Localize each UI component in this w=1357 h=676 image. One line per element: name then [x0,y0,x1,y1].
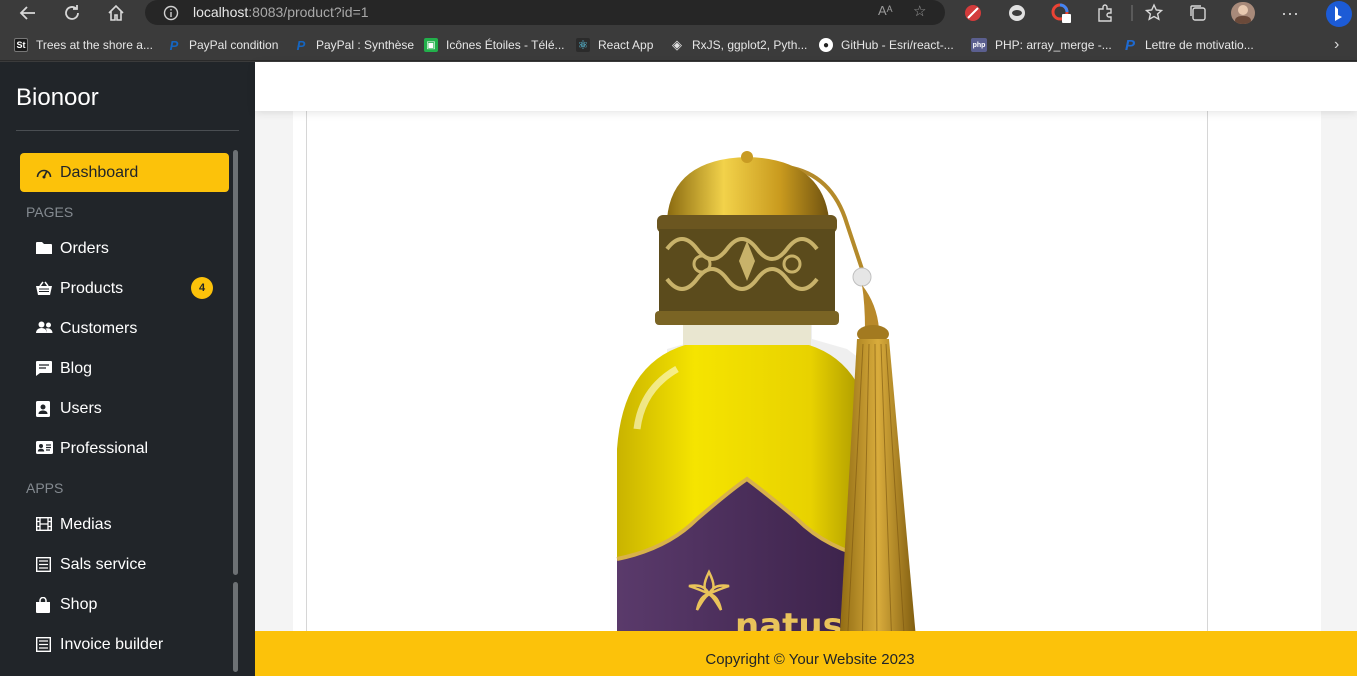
bookmark-item[interactable]: php PHP: array_merge -... [971,36,1112,54]
url-text[interactable]: localhost:8083/product?id=1 [193,4,369,20]
favorites-icon[interactable] [1142,2,1166,24]
oil-bottle-image: natus [616,151,916,631]
github-icon: ● [819,38,833,52]
react-icon: ⚛ [576,38,590,52]
content-area: natus [293,111,1321,631]
folder-icon [36,241,52,256]
sidebar-scrollbar-track[interactable] [233,582,238,672]
sidebar-item-invoice-builder[interactable]: Invoice builder [20,625,229,664]
p-icon: P [1124,36,1135,54]
list-icon [35,556,52,573]
extension-eye-icon[interactable] [1005,2,1029,24]
sidebar-item-products[interactable]: Products 4 [20,269,229,308]
sidebar-item-label: Medias [60,516,112,533]
top-navbar [255,62,1357,111]
profile-avatar[interactable] [1231,2,1255,24]
section-heading-pages: PAGES [26,204,74,220]
st-icon: St [14,38,28,52]
sidebar-item-shop[interactable]: Shop [20,585,229,624]
sidebar-item-label: Customers [60,320,138,337]
settings-more-icon[interactable]: ··· [1278,2,1302,24]
chevron-right-icon[interactable]: › [1334,36,1339,54]
add-favorite-icon[interactable]: ☆ [913,2,926,20]
sidebar-item-dashboard[interactable]: Dashboard [20,153,229,192]
sidebar-item-customers[interactable]: Customers [20,309,229,348]
bookmark-item[interactable]: ▣ Icônes Étoiles - Télé... [424,36,565,54]
copyright-text: Copyright © Your Website 2023 [705,651,915,668]
sidebar-item-label: Shop [60,596,98,613]
sidebar-scrollbar-thumb[interactable] [233,150,238,575]
basket-icon [36,281,52,296]
bookmark-item[interactable]: P Lettre de motivatio... [1123,36,1254,54]
sidebar-item-orders[interactable]: Orders [20,229,229,268]
products-count-badge: 4 [191,277,213,299]
bookmark-item[interactable]: P PayPal condition [167,36,279,54]
toolbar-divider [1131,5,1133,21]
sidebar-item-label: Sals service [60,556,147,573]
product-card: natus [306,111,1208,631]
flaticon-icon: ▣ [424,38,438,52]
main-content: natus Copyright © Your Website 2023 [255,62,1357,676]
sidebar-item-users[interactable]: Users [20,389,229,428]
sidebar-item-sals-service[interactable]: Sals service [20,545,229,584]
collections-icon[interactable] [1186,2,1210,24]
sidebar-item-label: Invoice builder [60,636,164,653]
film-icon [35,516,53,532]
read-aloud-icon[interactable]: Aᴬ [878,3,893,18]
paypal-icon: P [296,37,306,53]
bookmark-item[interactable]: St Trees at the shore a... [14,36,153,54]
shopping-bag-icon [36,596,52,613]
page-footer: Copyright © Your Website 2023 [255,631,1357,676]
sidebar-item-label: Dashboard [60,164,139,181]
sidebar-item-label: Products [60,280,124,297]
sidebar: Bionoor Dashboard PAGES Orders Products … [0,62,255,676]
rxjs-icon: ◈ [672,37,682,52]
site-info-icon[interactable] [163,5,179,26]
back-icon[interactable] [13,0,43,26]
bookmark-item[interactable]: ● GitHub - Esri/react-... [819,36,954,54]
sidebar-item-label: Orders [60,240,109,257]
comment-icon [36,361,52,376]
adblock-icon[interactable] [961,2,985,24]
sidebar-item-blog[interactable]: Blog [20,349,229,388]
bookmark-item[interactable]: P PayPal : Synthèse [294,36,414,54]
sidebar-item-label: Users [60,400,102,417]
bookmark-item[interactable]: ◈ RxJS, ggplot2, Pyth... [670,36,807,54]
sidebar-item-label: Professional [60,440,149,457]
bookmark-item[interactable]: ⚛ React App [576,36,653,54]
divider [16,130,239,131]
section-heading-apps: APPS [26,480,64,496]
paypal-icon: P [169,37,179,53]
id-card-icon [36,441,53,456]
list-icon [35,636,52,653]
google-extension-icon[interactable] [1049,2,1073,24]
sidebar-item-professional[interactable]: Professional [20,429,229,468]
reload-icon[interactable] [57,0,87,26]
brand-logo[interactable]: Bionoor [16,84,99,112]
product-brand-text: natus [735,606,843,631]
php-icon: php [971,38,987,52]
bookmarks-bar: St Trees at the shore a... P PayPal cond… [0,30,1357,61]
home-icon[interactable] [101,0,131,26]
users-icon [36,321,53,336]
address-bar[interactable]: localhost:8083/product?id=1 Aᴬ ☆ [145,0,945,25]
extensions-puzzle-icon[interactable] [1093,2,1117,24]
browser-toolbar: localhost:8083/product?id=1 Aᴬ ☆ ··· [0,0,1357,30]
dashboard-gauge-icon [36,165,52,180]
bing-copilot-icon[interactable] [1325,0,1353,28]
sidebar-item-medias[interactable]: Medias [20,505,229,544]
id-badge-icon [36,401,52,417]
sidebar-item-label: Blog [60,360,93,377]
